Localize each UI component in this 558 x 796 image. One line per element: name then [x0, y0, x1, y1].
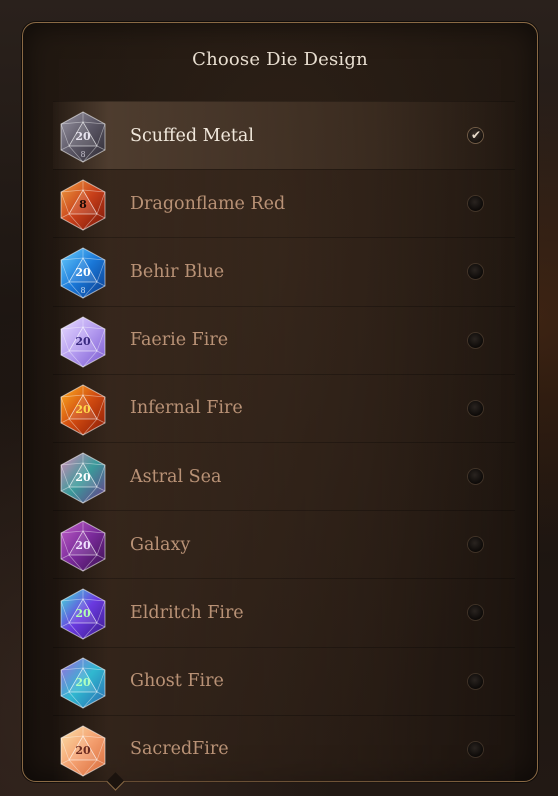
die-option-label: Eldritch Fire: [130, 602, 244, 623]
checkmark-icon: ✔: [470, 128, 482, 143]
radio-button[interactable]: [468, 332, 483, 348]
radio-button[interactable]: [468, 673, 483, 689]
radio-button[interactable]: [468, 537, 483, 553]
radio-button[interactable]: [468, 264, 483, 280]
radio-button[interactable]: [468, 196, 483, 212]
die-face-number: 20: [75, 335, 91, 348]
d20-dragonflame-red-icon: 8: [57, 178, 109, 232]
die-option[interactable]: 20 Astral Sea: [53, 441, 515, 511]
die-option-label: Dragonflame Red: [130, 193, 286, 214]
d20-behir-blue-icon: 20 8: [57, 246, 109, 300]
radio-button[interactable]: [468, 400, 483, 416]
die-option[interactable]: 8 Dragonflame Red: [53, 169, 515, 238]
die-option-label: Faerie Fire: [130, 330, 229, 351]
die-face-number: 20: [75, 744, 91, 757]
radio-button[interactable]: [468, 741, 483, 757]
die-option-label: Scuffed Metal: [130, 125, 254, 146]
die-design-list: 20 8 Scuffed Metal ✔ 8 Dragonflame Red 20…: [53, 101, 515, 783]
die-face-number: 20: [75, 403, 91, 416]
die-lower-face-number: 8: [80, 150, 85, 159]
die-option[interactable]: 20 8 Scuffed Metal ✔: [53, 101, 515, 170]
d20-scuffed-metal-icon: 20 8: [57, 110, 109, 164]
die-option-label: Astral Sea: [130, 466, 222, 487]
d20-faerie-fire-icon: 20: [57, 315, 109, 369]
d20-astral-sea-icon: 20: [57, 451, 109, 505]
die-option-label: SacredFire: [130, 739, 229, 760]
radio-button[interactable]: ✔: [468, 128, 483, 144]
die-option-label: Galaxy: [130, 534, 191, 555]
die-option[interactable]: 20 Ghost Fire: [53, 646, 515, 715]
die-option-label: Infernal Fire: [130, 398, 243, 419]
die-option-label: Ghost Fire: [130, 671, 224, 692]
dialog-title: Choose Die Design: [192, 49, 368, 70]
die-face-number: 20: [75, 266, 91, 279]
die-option[interactable]: 20 Infernal Fire: [53, 373, 515, 442]
d20-ghost-fire-icon: 20: [57, 656, 109, 710]
die-option[interactable]: 20 Galaxy: [53, 510, 515, 579]
die-lower-face-number: 8: [80, 286, 85, 295]
d20-sacred-fire-icon: 20: [57, 724, 109, 778]
die-face-number: 20: [75, 130, 91, 143]
d20-eldritch-fire-icon: 20: [57, 587, 109, 641]
die-design-dialog: Choose Die Design 20 8 Scuffed Metal ✔ 8 …: [22, 22, 538, 791]
die-face-number: 20: [75, 676, 91, 689]
die-option[interactable]: 20 8 Behir Blue: [53, 237, 515, 306]
die-face-number: 8: [79, 198, 87, 211]
d20-galaxy-icon: 20: [57, 519, 109, 573]
die-face-number: 20: [75, 539, 91, 552]
die-option[interactable]: 20 Faerie Fire: [53, 305, 515, 374]
die-option[interactable]: 20 Eldritch Fire: [53, 578, 515, 647]
die-option-label: Behir Blue: [130, 261, 225, 282]
d20-infernal-fire-icon: 20: [57, 383, 109, 437]
radio-button[interactable]: [468, 605, 483, 621]
die-face-number: 20: [75, 607, 91, 620]
die-face-number: 20: [75, 471, 91, 484]
die-option[interactable]: 20 SacredFire: [53, 714, 515, 783]
radio-button[interactable]: [468, 469, 483, 485]
